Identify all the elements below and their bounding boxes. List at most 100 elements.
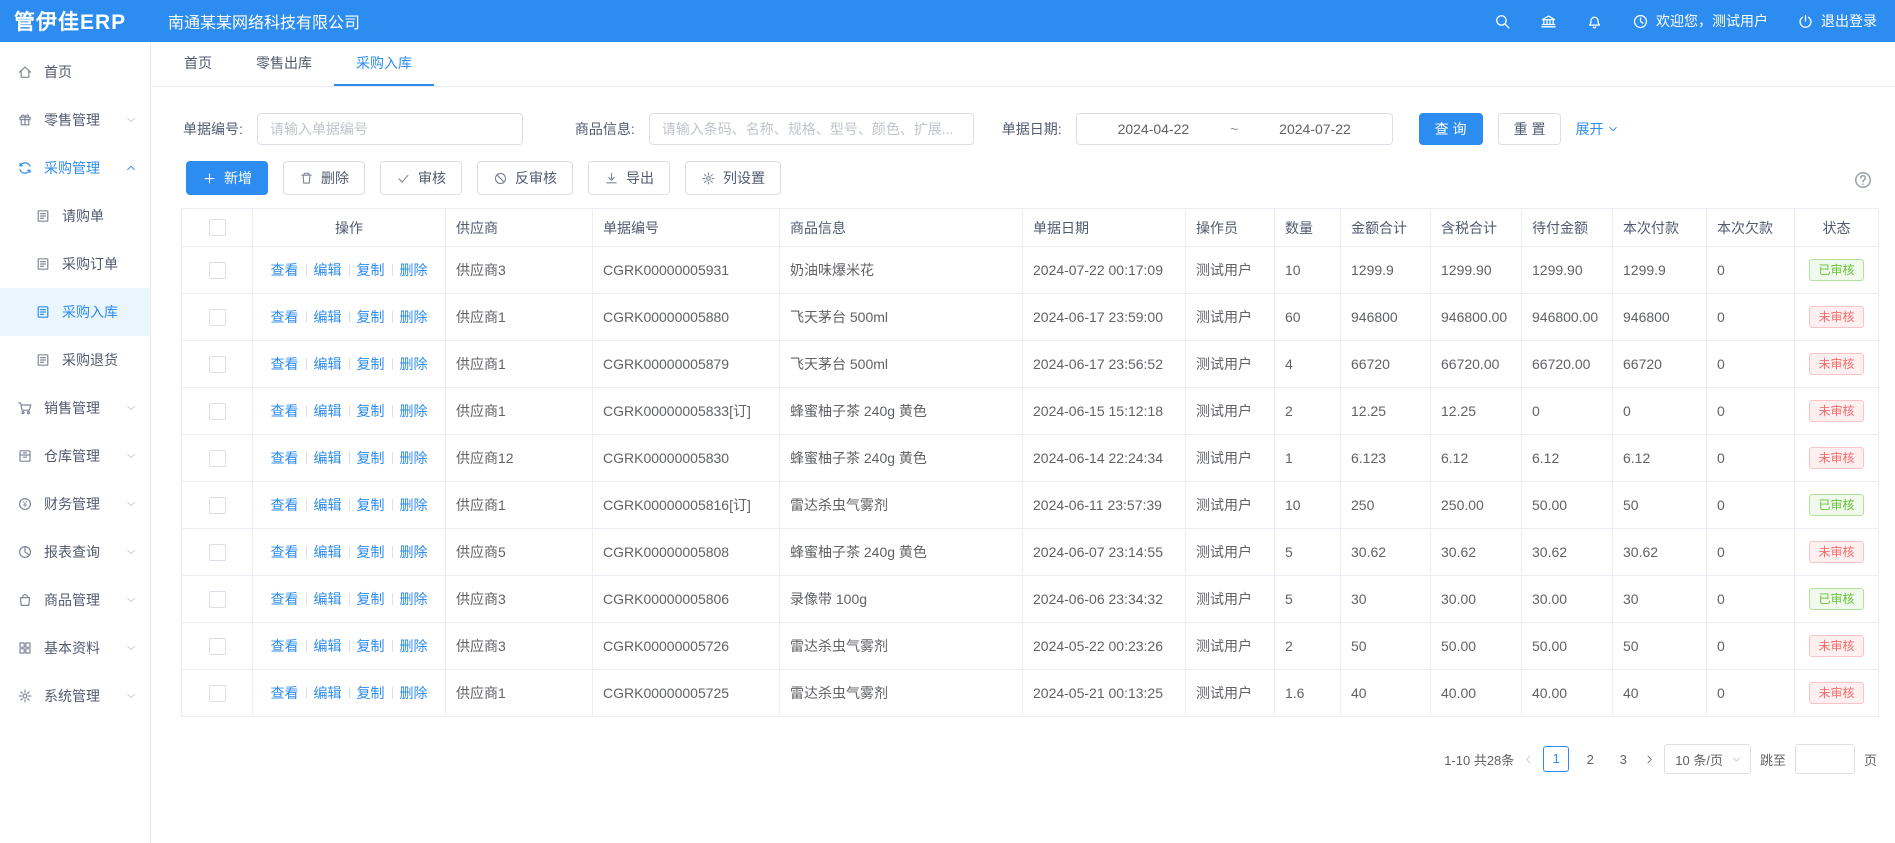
unaudit-button[interactable]: 反审核 <box>477 161 573 195</box>
row-checkbox[interactable] <box>209 638 226 655</box>
row-action-查看[interactable]: 查看 <box>271 638 299 654</box>
audit-button[interactable]: 审核 <box>380 161 462 195</box>
sidebar-item-purchase-inbound[interactable]: 采购入库 <box>0 288 150 336</box>
jump-label: 跳至 <box>1760 750 1786 769</box>
row-action-编辑[interactable]: 编辑 <box>314 262 342 278</box>
page-number-1[interactable]: 1 <box>1543 746 1569 772</box>
sidebar-item-home[interactable]: 首页 <box>0 48 150 96</box>
row-action-编辑[interactable]: 编辑 <box>314 638 342 654</box>
row-action-编辑[interactable]: 编辑 <box>314 544 342 560</box>
sidebar-item-sales[interactable]: 销售管理 <box>0 384 150 432</box>
date-from[interactable]: 2024-04-22 <box>1077 121 1230 137</box>
row-action-编辑[interactable]: 编辑 <box>314 450 342 466</box>
row-action-编辑[interactable]: 编辑 <box>314 356 342 372</box>
row-action-删除[interactable]: 删除 <box>400 591 428 607</box>
help-icon[interactable] <box>1853 170 1873 190</box>
sidebar-item-purchase[interactable]: 采购管理 <box>0 144 150 192</box>
expand-link[interactable]: 展开 <box>1575 119 1619 139</box>
tab-retail-outbound[interactable]: 零售出库 <box>234 42 334 86</box>
sidebar-item-reports[interactable]: 报表查询 <box>0 528 150 576</box>
add-button[interactable]: 新增 <box>186 161 268 195</box>
row-action-查看[interactable]: 查看 <box>271 497 299 513</box>
row-action-复制[interactable]: 复制 <box>357 403 385 419</box>
row-action-复制[interactable]: 复制 <box>357 450 385 466</box>
user-menu[interactable]: 欢迎您，测试用户 <box>1632 11 1768 31</box>
filter-bar: 单据编号: 商品信息: 单据日期: 2024-04-22 ~ 2024-07-2… <box>152 113 1895 145</box>
sidebar-item-label: 基本资料 <box>44 638 100 658</box>
bank-icon[interactable] <box>1540 13 1557 30</box>
row-checkbox[interactable] <box>209 262 226 279</box>
row-checkbox[interactable] <box>209 356 226 373</box>
bell-icon[interactable] <box>1586 13 1603 30</box>
row-action-复制[interactable]: 复制 <box>357 356 385 372</box>
date-range-picker[interactable]: 2024-04-22 ~ 2024-07-22 <box>1076 113 1393 145</box>
row-action-复制[interactable]: 复制 <box>357 591 385 607</box>
row-action-编辑[interactable]: 编辑 <box>314 309 342 325</box>
row-action-删除[interactable]: 删除 <box>400 356 428 372</box>
order-no-input[interactable] <box>257 113 523 145</box>
row-checkbox[interactable] <box>209 403 226 420</box>
sidebar-item-system[interactable]: 系统管理 <box>0 672 150 720</box>
row-action-编辑[interactable]: 编辑 <box>314 403 342 419</box>
prev-page-button[interactable] <box>1523 754 1534 765</box>
export-button[interactable]: 导出 <box>588 161 670 195</box>
row-action-查看[interactable]: 查看 <box>271 309 299 325</box>
row-action-删除[interactable]: 删除 <box>400 638 428 654</box>
column-settings-button[interactable]: 列设置 <box>685 161 781 195</box>
row-checkbox[interactable] <box>209 309 226 326</box>
product-info-input[interactable] <box>649 113 974 145</box>
row-action-查看[interactable]: 查看 <box>271 544 299 560</box>
select-all-checkbox[interactable] <box>209 219 226 236</box>
row-checkbox[interactable] <box>209 591 226 608</box>
row-action-删除[interactable]: 删除 <box>400 309 428 325</box>
row-checkbox[interactable] <box>209 685 226 702</box>
cell-paid: 66720 <box>1613 341 1707 388</box>
row-action-复制[interactable]: 复制 <box>357 262 385 278</box>
jump-page-input[interactable] <box>1795 744 1855 774</box>
sidebar-item-purchase-order[interactable]: 采购订单 <box>0 240 150 288</box>
sidebar-item-products[interactable]: 商品管理 <box>0 576 150 624</box>
row-action-删除[interactable]: 删除 <box>400 262 428 278</box>
row-action-查看[interactable]: 查看 <box>271 685 299 701</box>
logout-button[interactable]: 退出登录 <box>1797 11 1877 31</box>
row-action-编辑[interactable]: 编辑 <box>314 685 342 701</box>
tab-purchase-inbound[interactable]: 采购入库 <box>334 42 434 86</box>
row-action-复制[interactable]: 复制 <box>357 497 385 513</box>
row-action-删除[interactable]: 删除 <box>400 685 428 701</box>
search-button[interactable]: 查 询 <box>1419 113 1483 145</box>
page-number-3[interactable]: 3 <box>1611 752 1635 767</box>
row-action-查看[interactable]: 查看 <box>271 450 299 466</box>
row-action-复制[interactable]: 复制 <box>357 544 385 560</box>
row-action-删除[interactable]: 删除 <box>400 450 428 466</box>
row-checkbox[interactable] <box>209 450 226 467</box>
delete-button[interactable]: 删除 <box>283 161 365 195</box>
row-action-删除[interactable]: 删除 <box>400 403 428 419</box>
row-action-查看[interactable]: 查看 <box>271 356 299 372</box>
row-action-编辑[interactable]: 编辑 <box>314 591 342 607</box>
row-action-编辑[interactable]: 编辑 <box>314 497 342 513</box>
sidebar-item-purchase-return[interactable]: 采购退货 <box>0 336 150 384</box>
row-action-删除[interactable]: 删除 <box>400 497 428 513</box>
page-size-select[interactable]: 10 条/页 <box>1664 744 1751 774</box>
sidebar-item-finance[interactable]: ¥财务管理 <box>0 480 150 528</box>
row-action-删除[interactable]: 删除 <box>400 544 428 560</box>
row-checkbox[interactable] <box>209 544 226 561</box>
sidebar-item-purchase-request[interactable]: 请购单 <box>0 192 150 240</box>
sidebar-item-warehouse[interactable]: 仓库管理 <box>0 432 150 480</box>
search-icon[interactable] <box>1494 13 1511 30</box>
sidebar-item-basic-data[interactable]: 基本资料 <box>0 624 150 672</box>
cell-status: 未审核 <box>1795 294 1879 341</box>
tab-home[interactable]: 首页 <box>162 42 234 86</box>
date-to[interactable]: 2024-07-22 <box>1238 121 1391 137</box>
page-number-2[interactable]: 2 <box>1578 752 1602 767</box>
sidebar-item-retail[interactable]: 零售管理 <box>0 96 150 144</box>
row-action-复制[interactable]: 复制 <box>357 638 385 654</box>
row-checkbox[interactable] <box>209 497 226 514</box>
reset-button[interactable]: 重 置 <box>1498 113 1562 145</box>
row-action-查看[interactable]: 查看 <box>271 262 299 278</box>
row-action-查看[interactable]: 查看 <box>271 591 299 607</box>
next-page-button[interactable] <box>1644 754 1655 765</box>
row-action-复制[interactable]: 复制 <box>357 309 385 325</box>
row-action-查看[interactable]: 查看 <box>271 403 299 419</box>
row-action-复制[interactable]: 复制 <box>357 685 385 701</box>
